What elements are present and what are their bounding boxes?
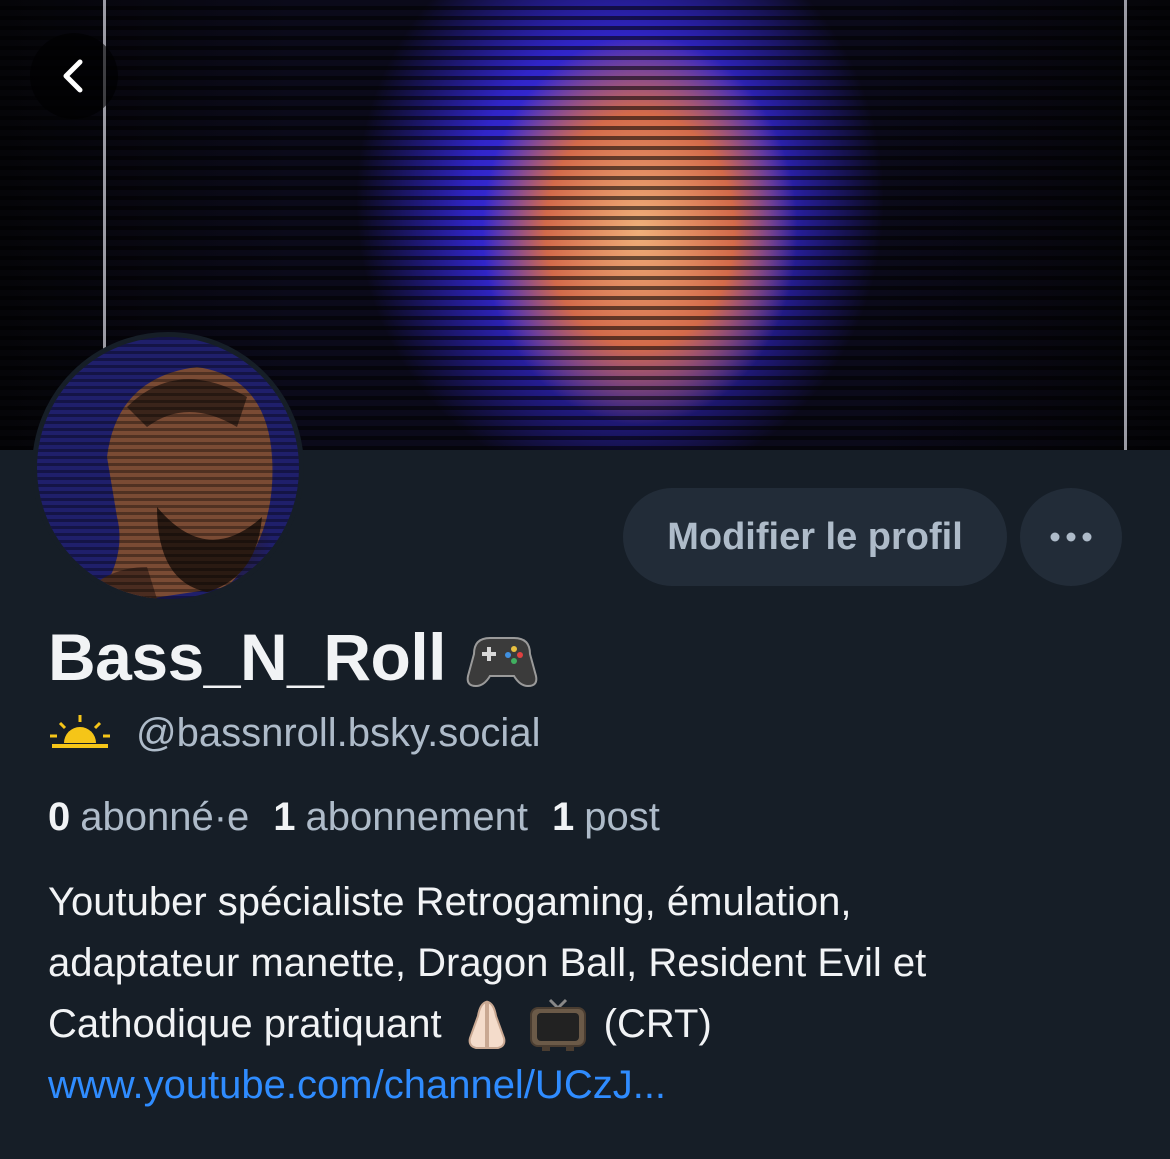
posts-count: 1 (551, 794, 575, 839)
edit-profile-label: Modifier le profil (667, 515, 963, 558)
banner-crt-edge-right (1124, 0, 1127, 450)
followers-label[interactable]: abonné·e (80, 795, 249, 840)
avatar-scanlines (37, 337, 299, 599)
profile-stats: 0 abonné·e 1 abonnement 1 post (48, 790, 684, 844)
praying-hands-icon (458, 998, 516, 1052)
handle-row: @bassnroll.bsky.social (48, 706, 540, 760)
bio-link[interactable]: www.youtube.com/channel/UCzJ... (48, 1055, 666, 1116)
bio-line-3-suffix: (CRT) (603, 1002, 712, 1046)
chevron-left-icon (63, 59, 83, 93)
back-button[interactable] (30, 33, 118, 119)
bio-link-line: www.youtube.com/channel/UCzJ... (48, 1055, 1138, 1116)
display-name: Bass_N_Roll (48, 620, 447, 694)
television-icon (528, 998, 588, 1052)
gamepad-icon (464, 624, 540, 690)
ellipsis-icon (1050, 532, 1092, 542)
bio-line-2: adaptateur manette, Dragon Ball, Residen… (48, 941, 927, 985)
bio-line-1: Youtuber spécialiste Retrogaming, émulat… (48, 880, 852, 924)
display-name-row: Bass_N_Roll (48, 612, 540, 702)
posts-label: post (584, 794, 660, 839)
followers-count[interactable]: 0 (48, 795, 70, 840)
more-options-button[interactable] (1020, 488, 1122, 586)
edit-profile-button[interactable]: Modifier le profil (623, 488, 1007, 586)
bio-line-3: Cathodique pratiquant (CRT) (48, 994, 1138, 1055)
following-count[interactable]: 1 (273, 795, 295, 840)
profile-handle[interactable]: @bassnroll.bsky.social (136, 711, 540, 756)
following-label[interactable]: abonnement (306, 795, 528, 840)
profile-bio: Youtuber spécialiste Retrogaming, émulat… (48, 872, 1138, 1116)
avatar[interactable] (32, 332, 304, 604)
bio-line-3-text: Cathodique pratiquant (48, 1002, 442, 1046)
sunrise-icon (48, 711, 112, 756)
